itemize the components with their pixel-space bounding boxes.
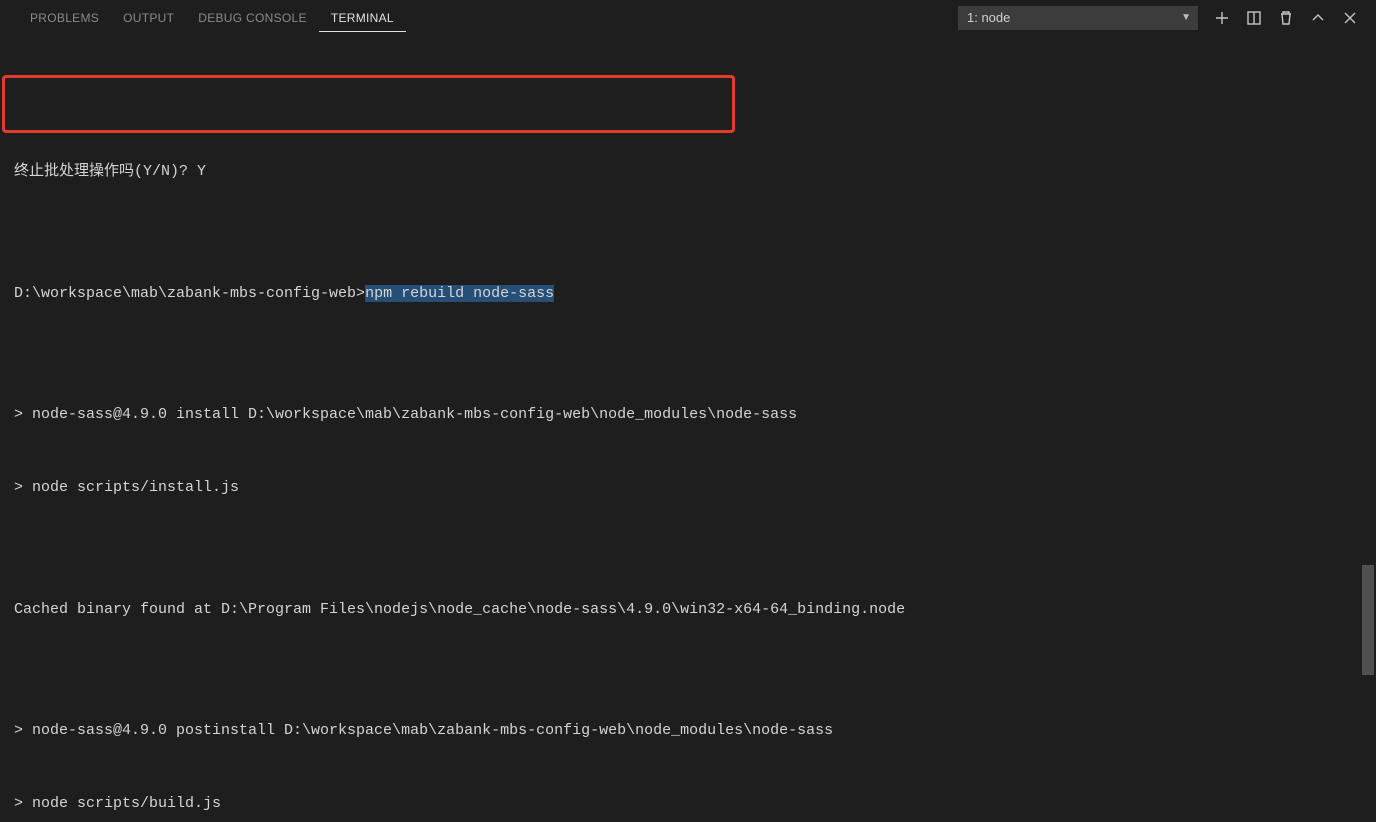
stdout-line: > node scripts/build.js [14, 792, 1356, 816]
chevron-down-icon: ▼ [1181, 12, 1191, 23]
split-icon [1246, 10, 1262, 26]
panel-header: PROBLEMS OUTPUT DEBUG CONSOLE TERMINAL 1… [0, 0, 1376, 35]
terminal-scrollbar[interactable] [1362, 37, 1374, 820]
stdout-line: > node scripts/install.js [14, 476, 1356, 500]
stdout-line: 终止批处理操作吗(Y/N)? Y [14, 160, 1356, 184]
selected-command: npm rebuild node-sass [365, 285, 554, 302]
scrollbar-thumb[interactable] [1362, 565, 1374, 675]
close-icon [1342, 10, 1358, 26]
trash-icon [1278, 10, 1294, 26]
stdout-line: D:\workspace\mab\zabank-mbs-config-web>n… [14, 282, 1356, 306]
maximize-panel-button[interactable] [1302, 4, 1334, 32]
chevron-up-icon [1310, 10, 1326, 26]
close-panel-button[interactable] [1334, 4, 1366, 32]
tab-output[interactable]: OUTPUT [111, 3, 186, 32]
plus-icon [1214, 10, 1230, 26]
stdout-line: Cached binary found at D:\Program Files\… [14, 598, 1356, 622]
split-terminal-button[interactable] [1238, 4, 1270, 32]
stdout-line: > node-sass@4.9.0 install D:\workspace\m… [14, 403, 1356, 427]
new-terminal-button[interactable] [1206, 4, 1238, 32]
tab-terminal[interactable]: TERMINAL [319, 3, 406, 32]
terminal-selector[interactable]: 1: node ▼ [958, 6, 1198, 30]
terminal-selector-label: 1: node [967, 10, 1010, 25]
panel-tabs: PROBLEMS OUTPUT DEBUG CONSOLE TERMINAL [18, 3, 406, 32]
prompt-path: D:\workspace\mab\zabank-mbs-config-web> [14, 285, 365, 302]
stdout-line: > node-sass@4.9.0 postinstall D:\workspa… [14, 719, 1356, 743]
terminal-actions [1206, 4, 1366, 32]
tab-debug-console[interactable]: DEBUG CONSOLE [186, 3, 319, 32]
terminal-output[interactable]: 终止批处理操作吗(Y/N)? Y D:\workspace\mab\zabank… [0, 35, 1376, 822]
tab-problems[interactable]: PROBLEMS [18, 3, 111, 32]
kill-terminal-button[interactable] [1270, 4, 1302, 32]
terminal-viewport: 终止批处理操作吗(Y/N)? Y D:\workspace\mab\zabank… [14, 112, 1356, 822]
